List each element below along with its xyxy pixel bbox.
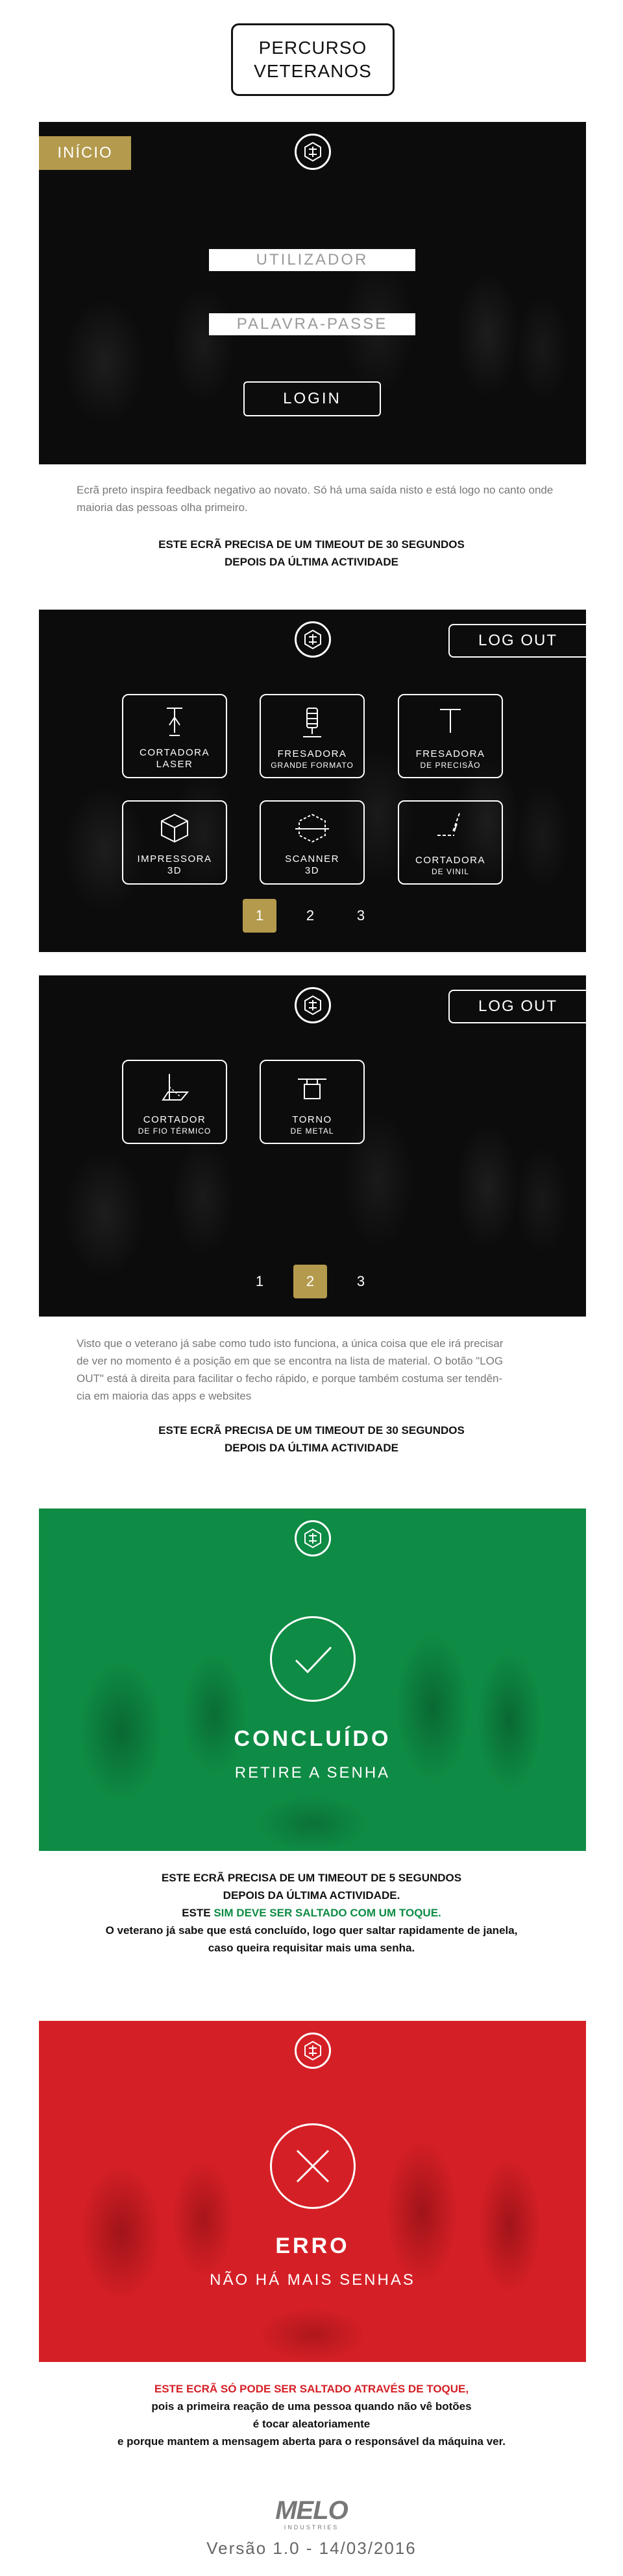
page-1-button[interactable]: 1	[243, 899, 276, 933]
precision-mill-icon	[440, 709, 461, 733]
error-screen[interactable]: ERRO NÃO HÁ MAIS SENHAS	[39, 2021, 586, 2362]
note-4-line1: ESTE ECRÃ SÓ PODE SER SALTADO ATRAVÉS DE…	[0, 2380, 623, 2398]
machine-tile-laser-cutter[interactable]: CORTADORA LASER	[122, 694, 227, 778]
large-mill-icon	[303, 708, 321, 737]
note-4-highlight: ESTE ECRÃ SÓ PODE SER SALTADO ATRAVÉS DE…	[154, 2383, 469, 2395]
page-2-button[interactable]: 2	[293, 1265, 327, 1298]
page-2-button[interactable]: 2	[293, 899, 327, 933]
metal-lathe-icon	[298, 1079, 326, 1099]
design-note-2: Visto que o veterano já sabe como tudo i…	[77, 1335, 557, 1405]
machine-tile-large-mill[interactable]: FRESADORA GRANDE FORMATO	[260, 694, 365, 778]
logout-button[interactable]: LOG OUT	[448, 990, 586, 1023]
tile-sublabel: 3D	[167, 865, 182, 876]
machine-tile-metal-lathe[interactable]: TORNO DE METAL	[260, 1060, 365, 1144]
machine-tile-vinyl-cutter[interactable]: CORTADORA DE VINIL	[398, 800, 503, 885]
success-title: CONCLUÍDO	[234, 1726, 391, 1751]
tile-sublabel: LASER	[156, 759, 193, 770]
tile-label: CORTADOR	[143, 1114, 206, 1125]
page-3-button[interactable]: 3	[344, 1265, 378, 1298]
machine-tile-precision-mill[interactable]: FRESADORA DE PRECISÃO	[398, 694, 503, 778]
machine-tile-3d-printer[interactable]: IMPRESSORA 3D	[122, 800, 227, 885]
login-button[interactable]: LOGIN	[243, 381, 381, 416]
version-label: Versão 1.0 - 14/03/2016	[206, 2538, 417, 2558]
hot-wire-cutter-icon	[162, 1074, 189, 1101]
design-note-1: Ecrã preto inspira feedback negativo ao …	[77, 484, 554, 514]
tile-label: SCANNER	[285, 853, 339, 865]
company-logo-name: MELO	[275, 2496, 348, 2525]
timeout-note-2-line2: DEPOIS DA ÚLTIMA ACTIVIDADE	[225, 1442, 398, 1454]
timeout-note-3-line1: ESTE ECRÃ PRECISA DE UM TIMEOUT DE 5 SEG…	[161, 1872, 462, 1884]
pagination: 1 2 3	[243, 1265, 395, 1298]
page-1-button[interactable]: 1	[243, 1265, 276, 1298]
company-logo: MELO INDUSTRIES	[247, 2497, 376, 2533]
design-note-2-line: Visto que o veterano já sabe como tudo i…	[77, 1337, 504, 1350]
success-subtitle: RETIRE A SENHA	[234, 1764, 391, 1782]
page-title-box: PERCURSO VETERANOS	[231, 23, 395, 96]
tile-label: TORNO	[292, 1114, 332, 1125]
note-4-line4: e porque mantem a mensagem aberta para o…	[117, 2435, 506, 2448]
brand-logo-icon	[294, 2033, 331, 2069]
machine-menu-page-1: LOG OUT CORTADORA LASER FRESADORA GRANDE…	[39, 610, 586, 952]
tile-sublabel: DE FIO TÉRMICO	[138, 1127, 212, 1136]
laser-cutter-icon	[167, 708, 182, 736]
timeout-note-3-line2: DEPOIS DA ÚLTIMA ACTIVIDADE.	[223, 1889, 400, 1902]
error-subtitle: NÃO HÁ MAIS SENHAS	[210, 2271, 415, 2289]
tile-label: CORTADORA	[415, 855, 485, 866]
3d-printer-icon	[161, 813, 188, 843]
timeout-note-1-line2: DEPOIS DA ÚLTIMA ACTIVIDADE	[225, 556, 398, 568]
vinyl-cutter-icon	[437, 813, 460, 836]
page-title-line1: PERCURSO	[258, 38, 367, 58]
logout-button[interactable]: LOG OUT	[448, 624, 586, 658]
tile-label: FRESADORA	[415, 748, 485, 759]
note-4-line3: é tocar aleatoriamente	[252, 2418, 371, 2430]
design-note-2-line: OUT" está à direita para facilitar o fec…	[77, 1372, 503, 1385]
password-field[interactable]	[209, 313, 415, 335]
page-3-button[interactable]: 3	[344, 899, 378, 933]
checkmark-icon	[269, 1616, 356, 1702]
tile-sublabel: GRANDE FORMATO	[271, 761, 354, 770]
note-3-prefix: ESTE	[182, 1907, 214, 1919]
timeout-note-1-line1: ESTE ECRÃ PRECISA DE UM TIMEOUT DE 30 SE…	[158, 538, 465, 551]
timeout-note-2-line1: ESTE ECRÃ PRECISA DE UM TIMEOUT DE 30 SE…	[158, 1424, 465, 1437]
note-3-line5: caso queira requisitar mais uma senha.	[208, 1942, 415, 1954]
brand-logo-icon	[294, 987, 331, 1023]
brand-logo-icon	[294, 621, 331, 658]
pagination: 1 2 3	[243, 899, 395, 933]
tile-label: IMPRESSORA	[137, 853, 212, 865]
note-3-line4: O veterano já sabe que está concluído, l…	[105, 1924, 518, 1937]
brand-logo-icon	[294, 134, 331, 170]
success-screen[interactable]: CONCLUÍDO RETIRE A SENHA	[39, 1509, 586, 1851]
tile-sublabel: DE VINIL	[431, 867, 469, 876]
login-screen: INÍCIO LOGIN	[39, 122, 586, 464]
note-3-highlight: SIM DEVE SER SALTADO COM UM TOQUE.	[214, 1907, 441, 1919]
machine-tile-hot-wire-cutter[interactable]: CORTADOR DE FIO TÉRMICO	[122, 1060, 227, 1144]
design-note-2-line: cia em maioria das apps e websites	[77, 1390, 252, 1402]
machine-menu-page-2: LOG OUT CORTADOR DE FIO TÉRMICO TORNO DE…	[39, 975, 586, 1317]
close-x-icon	[269, 2123, 356, 2209]
company-logo-sub: INDUSTRIES	[284, 2524, 339, 2531]
tile-sublabel: DE PRECISÃO	[420, 761, 481, 770]
error-title: ERRO	[275, 2234, 350, 2258]
tile-label: CORTADORA	[140, 747, 210, 758]
page-title-line2: VETERANOS	[254, 61, 372, 81]
username-field[interactable]	[209, 249, 415, 271]
timeout-note-3-line3: ESTE SIM DEVE SER SALTADO COM UM TOQUE.	[0, 1904, 623, 1922]
3d-scanner-icon	[295, 813, 329, 843]
machine-tile-3d-scanner[interactable]: SCANNER 3D	[260, 800, 365, 885]
tile-label: FRESADORA	[277, 748, 347, 759]
design-note-2-line: de ver no momento é a posição em que se …	[77, 1355, 504, 1367]
tile-sublabel: DE METAL	[290, 1127, 334, 1136]
note-4-line2: pois a primeira reação de uma pessoa qua…	[151, 2400, 472, 2413]
brand-logo-icon	[294, 1520, 331, 1556]
start-tag[interactable]: INÍCIO	[39, 136, 131, 170]
tile-sublabel: 3D	[304, 865, 320, 876]
